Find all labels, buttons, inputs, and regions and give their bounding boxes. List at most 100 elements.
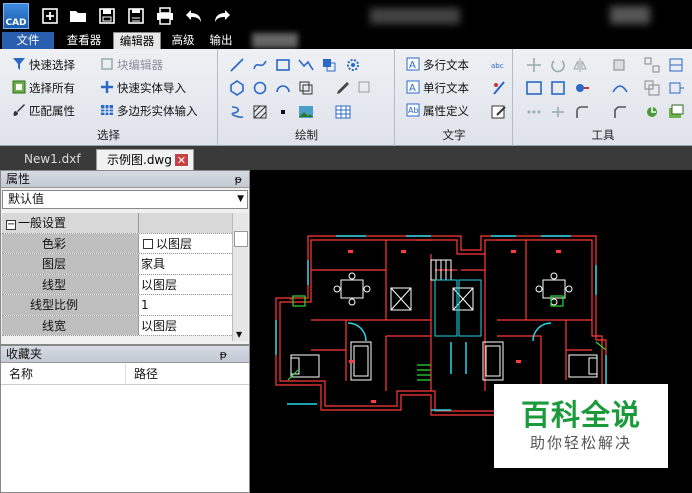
floor-plan-room-labels [348,250,561,403]
properties-scrollbar[interactable]: ▼ [232,213,248,341]
window-icon[interactable] [526,80,542,96]
block-insert-icon[interactable] [321,57,337,73]
tab-editor[interactable]: 编辑器 [113,32,161,49]
blurred-tab [252,33,298,48]
column-header-name[interactable]: 名称 [1,363,126,384]
color-swatch-icon [143,238,153,249]
svg-text:A: A [409,83,416,94]
text-edit-icon[interactable] [491,104,507,120]
quick-entity-import-button[interactable]: 快速实体导入 [100,78,186,98]
watermark-title: 百科全说 [520,398,641,432]
text-style-icon[interactable] [491,80,507,96]
dots-icon[interactable] [526,104,542,120]
pen-icon[interactable] [335,80,351,96]
import-icon [101,81,113,93]
mtext-button[interactable]: A 多行文本 [406,55,469,75]
pin-icon[interactable]: ᵽ [235,171,242,188]
point-icon[interactable] [275,104,291,120]
match-properties-button[interactable]: 匹配属性 [12,101,75,121]
image-icon[interactable] [298,104,314,120]
hatch-icon[interactable] [252,104,268,120]
array-icon[interactable] [644,57,660,73]
line-icon[interactable] [229,57,245,73]
app-logo-icon[interactable]: CAD [3,3,29,29]
favorites-panel: 收藏夹 ᵽ 名称 路径 [0,345,250,493]
doc-tab-example[interactable]: 示例图.dwg ✕ [96,149,194,170]
redo-icon[interactable] [212,6,232,26]
print-icon[interactable] [155,6,175,26]
text-group: A 多行文本 A 单行文本 Ab 属性定义 abc 文字 [396,49,513,146]
ribbon: 快速选择 块编辑器 选择所有 快速实体导入 匹配属性 多边形实体输入 选择 绘制… [0,49,692,146]
refresh-icon[interactable] [644,104,660,120]
property-row-linetype-scale[interactable]: 线型比例 1 [2,295,232,316]
gear-edit-icon[interactable] [345,57,361,73]
properties-tool-icon[interactable] [574,80,590,96]
watermark: 百科全说 助你轻松解决 [494,384,668,468]
stretch-icon[interactable] [668,80,684,96]
chamfer-icon[interactable] [612,104,628,120]
property-row-color[interactable]: 色彩 以图层 [2,233,232,254]
property-row-lineweight[interactable]: 线宽 以图层 [2,315,232,336]
tab-viewer[interactable]: 查看器 [62,32,106,49]
rotate-icon[interactable] [550,57,566,73]
undo-icon[interactable] [184,6,204,26]
scale-icon[interactable] [644,80,660,96]
quick-select-button[interactable]: 快速选择 [12,55,75,75]
frame-icon[interactable] [550,80,566,96]
polygon-draw-icon[interactable] [229,80,245,96]
open-folder-icon[interactable] [68,6,88,26]
close-tab-icon[interactable]: ✕ [174,153,189,167]
copy-icon[interactable] [298,80,314,96]
single-text-button[interactable]: A 单行文本 [406,78,469,98]
arc-icon[interactable] [275,80,291,96]
select-group-label: 选择 [97,128,120,142]
circle-icon[interactable] [252,80,268,96]
property-row-linetype[interactable]: 线型 以图层 [2,274,232,295]
property-group-general[interactable]: − 一般设置 [2,213,232,234]
doc-tab-new1[interactable]: New1.dxf [14,149,94,170]
polyline-icon[interactable] [298,57,314,73]
save-as-icon[interactable] [126,6,146,26]
column-header-path[interactable]: 路径 [126,363,158,384]
table-icon[interactable] [335,104,351,120]
abc-icon[interactable]: abc [491,57,507,73]
block-editor-button[interactable]: 块编辑器 [100,55,163,75]
offset-icon[interactable] [612,80,628,96]
mtext-icon: A [406,57,420,71]
rectangle-icon[interactable] [275,57,291,73]
trim-icon[interactable] [550,104,566,120]
tab-file[interactable]: 文件 [2,32,54,49]
text-group-label: 文字 [442,128,466,142]
select-all-button[interactable]: 选择所有 [12,78,75,98]
curve-icon[interactable] [229,104,245,120]
save-icon[interactable] [97,6,117,26]
entity-type-select[interactable]: 默认值 ▼ [2,190,248,209]
tools-group: 工具 [514,49,692,146]
scrollbar-thumb[interactable] [234,231,248,247]
attribute-definition-button[interactable]: Ab 属性定义 [406,101,469,121]
mirror-icon[interactable] [572,57,588,73]
blurred-window-controls [610,6,650,24]
select-group: 快速选择 块编辑器 选择所有 快速实体导入 匹配属性 多边形实体输入 选择 [0,49,218,146]
scroll-down-icon[interactable]: ▼ [236,330,242,339]
layer-dropdown-icon[interactable] [612,57,628,73]
polygon-entity-input-button[interactable]: 多边形实体输入 [100,101,198,121]
collapse-icon[interactable]: − [6,220,16,230]
explode-icon[interactable] [668,57,684,73]
polygon-icon [101,105,113,115]
tab-output[interactable]: 输出 [204,32,238,49]
spline-icon[interactable] [252,57,268,73]
new-file-icon[interactable] [40,6,60,26]
fillet-icon[interactable] [574,104,590,120]
property-row-layer[interactable]: 图层 家具 [2,254,232,275]
block-icon [101,58,113,70]
svg-text:A: A [409,60,416,71]
title-bar: CAD [0,0,692,32]
tab-advanced[interactable]: 高级 [166,32,200,49]
dropdown-tool-icon[interactable] [357,80,373,96]
pin-icon[interactable]: ᵽ [220,346,227,363]
layer-match-icon[interactable] [668,104,684,120]
draw-group: 绘制 [219,49,395,146]
move-icon[interactable] [526,57,542,73]
svg-text:abc: abc [491,62,504,70]
